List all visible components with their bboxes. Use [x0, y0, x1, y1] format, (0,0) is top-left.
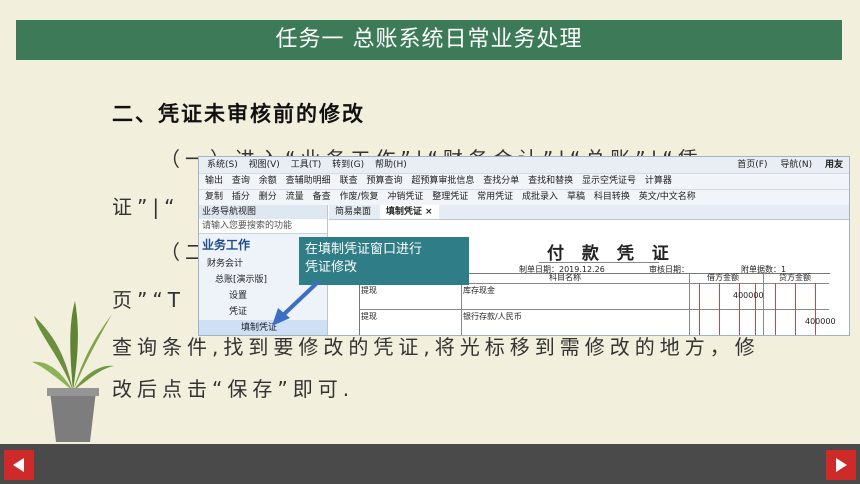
- menu-help[interactable]: 帮助(H): [375, 157, 407, 173]
- next-slide-button[interactable]: [826, 450, 856, 480]
- toolbar-insert-split-button[interactable]: 插分: [232, 190, 250, 205]
- slide: 任务一 总账系统日常业务处理 二、凭证未审核前的修改 （一）进入“业务工作”|“…: [0, 0, 860, 484]
- col-account-header: 科目名称: [549, 273, 581, 282]
- col-debit-header: 借方金额: [707, 273, 739, 282]
- toolbar-output-button[interactable]: 输出: [205, 174, 223, 189]
- menu-tools[interactable]: 工具(T): [291, 157, 322, 173]
- toolbar-aux-detail-button[interactable]: 查辅助明细: [286, 174, 331, 189]
- row1-summary[interactable]: 提现: [361, 285, 377, 296]
- triangle-left-icon: [13, 458, 24, 472]
- toolbar-account-convert-button[interactable]: 科目转换: [594, 190, 630, 205]
- tab-simple-desktop[interactable]: 简易桌面: [329, 205, 377, 219]
- toolbar-common-voucher-button[interactable]: 常用凭证: [477, 190, 513, 205]
- col-divider-3: [763, 273, 764, 335]
- row2-account[interactable]: 银行存款/人民币: [463, 311, 522, 322]
- voucher-row-line: [359, 309, 829, 310]
- toolbar-reverse-button[interactable]: 冲销凭证: [387, 190, 423, 205]
- nav-search-input[interactable]: 请输入您要搜索的功能: [199, 219, 327, 234]
- brand-label: 用友: [824, 160, 843, 170]
- toolbar-budget-query-button[interactable]: 预算查询: [366, 174, 402, 189]
- toolbar-balance-button[interactable]: 余额: [259, 174, 277, 189]
- toolbar-void-button[interactable]: 作废/恢复: [339, 190, 378, 205]
- callout-line-1: 在填制凭证窗口进行: [305, 242, 423, 257]
- toolbar-language-button[interactable]: 英文/中文名称: [639, 190, 696, 205]
- section-heading: 二、凭证未审核前的修改: [112, 102, 365, 126]
- home-link[interactable]: 首页(F): [737, 157, 767, 173]
- bottom-bar: [0, 444, 860, 484]
- nav-pane-header: 业务导航视图: [199, 205, 327, 219]
- navigate-link[interactable]: 导航(N): [780, 157, 812, 173]
- voucher-title-underline: [539, 262, 659, 263]
- toolbar-query-button[interactable]: 查询: [232, 174, 250, 189]
- toolbar-over-budget-button[interactable]: 超预算审批信息: [411, 174, 474, 189]
- slide-title: 任务一 总账系统日常业务处理: [16, 20, 842, 60]
- row2-credit[interactable]: 400000: [805, 317, 836, 326]
- amount-grid-line: [795, 283, 796, 335]
- toolbar-show-empty-button[interactable]: 显示空凭证号: [582, 174, 636, 189]
- menu-system[interactable]: 系统(S): [207, 157, 238, 173]
- toolbar-copy-button[interactable]: 复制: [205, 190, 223, 205]
- voucher-title: 付 款 凭 证: [547, 244, 675, 264]
- row1-account[interactable]: 库存现金: [463, 285, 495, 296]
- previous-slide-button[interactable]: [4, 450, 34, 480]
- toolbar-batch-entry-button[interactable]: 成批录入: [522, 190, 558, 205]
- amount-grid-line: [719, 283, 720, 335]
- toolbar-memo-button[interactable]: 备查: [313, 190, 331, 205]
- menu-goto[interactable]: 转到(G): [332, 157, 364, 173]
- toolbar-link-button[interactable]: 联查: [340, 174, 358, 189]
- menu-bar: 系统(S) 视图(V) 工具(T) 转到(G) 帮助(H) 首页(F) 导航(N…: [199, 157, 849, 173]
- toolbar-flow-button[interactable]: 流量: [286, 190, 304, 205]
- callout-line-2: 凭证修改: [305, 260, 358, 275]
- toolbar-top: 输出 查询 余额 查辅助明细 联查 预算查询 超预算审批信息 查找分单 查找和替…: [199, 173, 849, 189]
- menu-view[interactable]: 视图(V): [249, 157, 280, 173]
- toolbar-calculator-button[interactable]: 计算器: [645, 174, 672, 189]
- toolbar-organize-button[interactable]: 整理凭证: [432, 190, 468, 205]
- amount-grid-line: [699, 283, 700, 335]
- document-tabs: 简易桌面 填制凭证 ×: [329, 205, 849, 220]
- paragraph-line-4: 页”“T: [112, 288, 185, 312]
- toolbar-bottom: 复制 插分 删分 流量 备查 作废/恢复 冲销凭证 整理凭证 常用凭证 成批录入…: [199, 189, 849, 205]
- triangle-right-icon: [836, 458, 847, 472]
- toolbar-draft-button[interactable]: 草稿: [567, 190, 585, 205]
- row2-summary[interactable]: 提现: [361, 311, 377, 322]
- amount-grid-line: [815, 283, 816, 335]
- toolbar-find-split-button[interactable]: 查找分单: [483, 174, 519, 189]
- potted-plant-image: [32, 301, 114, 442]
- toolbar-find-replace-button[interactable]: 查找和替换: [528, 174, 573, 189]
- paragraph-line-6: 改后点击“保存”即可.: [112, 377, 355, 401]
- toolbar-delete-split-button[interactable]: 删分: [259, 190, 277, 205]
- row1-debit[interactable]: 400000: [733, 291, 764, 300]
- callout-arrow-icon: [272, 280, 320, 326]
- amount-grid-line: [775, 283, 776, 335]
- col-divider-2: [689, 273, 690, 335]
- paragraph-line-2: 证”|“: [112, 195, 180, 219]
- col-credit-header: 贷方金额: [779, 273, 811, 282]
- tab-fill-voucher[interactable]: 填制凭证 ×: [379, 205, 439, 219]
